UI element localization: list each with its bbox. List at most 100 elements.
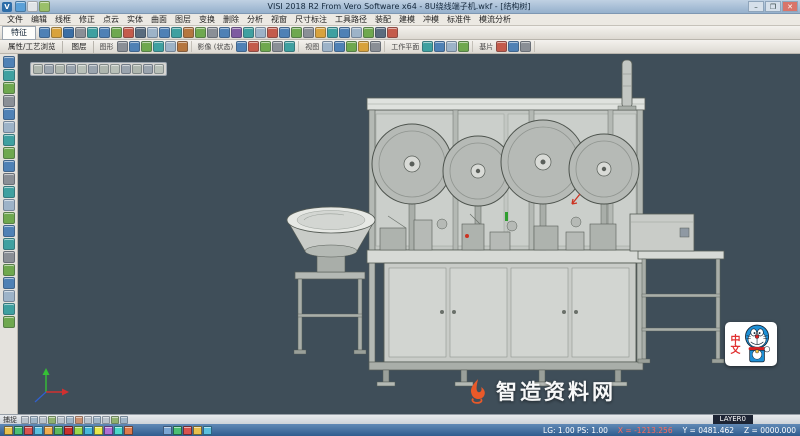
toolbar-icon[interactable] bbox=[27, 1, 38, 12]
toolbar-icon[interactable] bbox=[39, 416, 47, 424]
menu-item[interactable]: 编辑 bbox=[27, 14, 51, 26]
menu-item[interactable]: 线框 bbox=[51, 14, 75, 26]
toolbar-icon[interactable] bbox=[165, 41, 176, 52]
toolbar-icon[interactable] bbox=[3, 56, 15, 68]
toolbar-icon[interactable] bbox=[3, 212, 15, 224]
close-button[interactable]: ✕ bbox=[782, 1, 798, 12]
toolbar-icon[interactable] bbox=[88, 64, 98, 74]
toolbar-icon[interactable] bbox=[123, 27, 134, 38]
toolbar-icon[interactable] bbox=[87, 27, 98, 38]
toolbar-icon[interactable] bbox=[111, 416, 119, 424]
toolbar-icon[interactable] bbox=[207, 27, 218, 38]
toolbar-icon[interactable] bbox=[4, 426, 13, 435]
toolbar-icon[interactable] bbox=[171, 27, 182, 38]
toolbar-icon[interactable] bbox=[422, 41, 433, 52]
toolbar-icon[interactable] bbox=[339, 27, 350, 38]
toolbar-icon[interactable] bbox=[75, 416, 83, 424]
open-file-icon[interactable] bbox=[51, 27, 62, 38]
tab-properties-browser[interactable]: 属性/工艺浏览 bbox=[2, 41, 63, 53]
toolbar-icon[interactable] bbox=[3, 290, 15, 302]
toolbar-icon[interactable] bbox=[110, 64, 120, 74]
side-table[interactable] bbox=[638, 251, 724, 363]
toolbar-icon[interactable] bbox=[3, 238, 15, 250]
toolbar-icon[interactable] bbox=[66, 416, 74, 424]
toolbar-icon[interactable] bbox=[183, 426, 192, 435]
toolbar-icon[interactable] bbox=[327, 27, 338, 38]
toolbar-icon[interactable] bbox=[39, 1, 50, 12]
menu-item[interactable]: 曲面 bbox=[147, 14, 171, 26]
toolbar-icon[interactable] bbox=[3, 264, 15, 276]
menu-item[interactable]: 实体 bbox=[123, 14, 147, 26]
toolbar-icon[interactable] bbox=[163, 426, 172, 435]
machine-3d-model[interactable] bbox=[18, 54, 800, 414]
toolbar-icon[interactable] bbox=[387, 27, 398, 38]
toolbar-icon[interactable] bbox=[3, 134, 15, 146]
toolbar-icon[interactable] bbox=[3, 303, 15, 315]
toolbar-icon[interactable] bbox=[358, 41, 369, 52]
toolbar-icon[interactable] bbox=[351, 27, 362, 38]
toolbar-icon[interactable] bbox=[3, 173, 15, 185]
toolbar-icon[interactable] bbox=[44, 426, 53, 435]
toolbar-icon[interactable] bbox=[183, 27, 194, 38]
toolbar-icon[interactable] bbox=[57, 416, 65, 424]
menu-item[interactable]: 尺寸标注 bbox=[291, 14, 331, 26]
toolbar-icon[interactable] bbox=[117, 41, 128, 52]
toolbar-icon[interactable] bbox=[75, 27, 86, 38]
save-icon[interactable] bbox=[63, 27, 74, 38]
minimize-button[interactable]: – bbox=[748, 1, 764, 12]
maximize-button[interactable]: ❐ bbox=[765, 1, 781, 12]
toolbar-icon[interactable] bbox=[3, 251, 15, 263]
layer-selector[interactable]: LAYER0 bbox=[713, 415, 753, 424]
toolbar-icon[interactable] bbox=[236, 41, 247, 52]
menu-item[interactable]: 标准件 bbox=[443, 14, 475, 26]
toolbar-icon[interactable] bbox=[219, 27, 230, 38]
cabinet[interactable] bbox=[384, 263, 636, 362]
toolbar-icon[interactable] bbox=[520, 41, 531, 52]
menu-item[interactable]: 装配 bbox=[371, 14, 395, 26]
toolbar-icon[interactable] bbox=[64, 426, 73, 435]
toolbar-icon[interactable] bbox=[3, 147, 15, 159]
toolbar-icon[interactable] bbox=[315, 27, 326, 38]
toolbar-icon[interactable] bbox=[3, 82, 15, 94]
toolbar-icon[interactable] bbox=[143, 64, 153, 74]
toolbar-icon[interactable] bbox=[272, 41, 283, 52]
toolbar-icon[interactable] bbox=[363, 27, 374, 38]
toolbar-icon[interactable] bbox=[3, 95, 15, 107]
toolbar-icon[interactable] bbox=[21, 416, 29, 424]
toolbar-icon[interactable] bbox=[193, 426, 202, 435]
toolbar-icon[interactable] bbox=[3, 121, 15, 133]
toolbar-icon[interactable] bbox=[54, 426, 63, 435]
toolbar-icon[interactable] bbox=[114, 426, 123, 435]
toolbar-icon[interactable] bbox=[3, 160, 15, 172]
toolbar-icon[interactable] bbox=[93, 416, 101, 424]
toolbar-icon[interactable] bbox=[260, 41, 271, 52]
toolbar-icon[interactable] bbox=[34, 426, 43, 435]
toolbar-icon[interactable] bbox=[84, 426, 93, 435]
toolbar-icon[interactable] bbox=[231, 27, 242, 38]
toolbar-icon[interactable] bbox=[66, 64, 76, 74]
toolbar-icon[interactable] bbox=[303, 27, 314, 38]
viewport-3d[interactable]: 中文 bbox=[18, 54, 800, 414]
toolbar-icon[interactable] bbox=[154, 64, 164, 74]
toolbar-icon[interactable] bbox=[446, 41, 457, 52]
menu-item[interactable]: 冲模 bbox=[419, 14, 443, 26]
toolbar-icon[interactable] bbox=[508, 41, 519, 52]
toolbar-icon[interactable] bbox=[99, 27, 110, 38]
menu-item[interactable]: 变换 bbox=[195, 14, 219, 26]
menu-item[interactable]: 模流分析 bbox=[475, 14, 515, 26]
toolbar-icon[interactable] bbox=[173, 426, 182, 435]
tab-features[interactable]: 特征 bbox=[2, 26, 36, 40]
toolbar-icon[interactable] bbox=[94, 426, 103, 435]
toolbar-icon[interactable] bbox=[434, 41, 445, 52]
toolbar-icon[interactable] bbox=[291, 27, 302, 38]
toolbar-icon[interactable] bbox=[77, 64, 87, 74]
toolbar-icon[interactable] bbox=[104, 426, 113, 435]
toolbar-icon[interactable] bbox=[121, 64, 131, 74]
toolbar-icon[interactable] bbox=[375, 27, 386, 38]
toolbar-icon[interactable] bbox=[3, 186, 15, 198]
toolbar-icon[interactable] bbox=[3, 108, 15, 120]
toolbar-icon[interactable] bbox=[48, 416, 56, 424]
toolbar-icon[interactable] bbox=[24, 426, 33, 435]
toolbar-icon[interactable] bbox=[322, 41, 333, 52]
toolbar-icon[interactable] bbox=[458, 41, 469, 52]
